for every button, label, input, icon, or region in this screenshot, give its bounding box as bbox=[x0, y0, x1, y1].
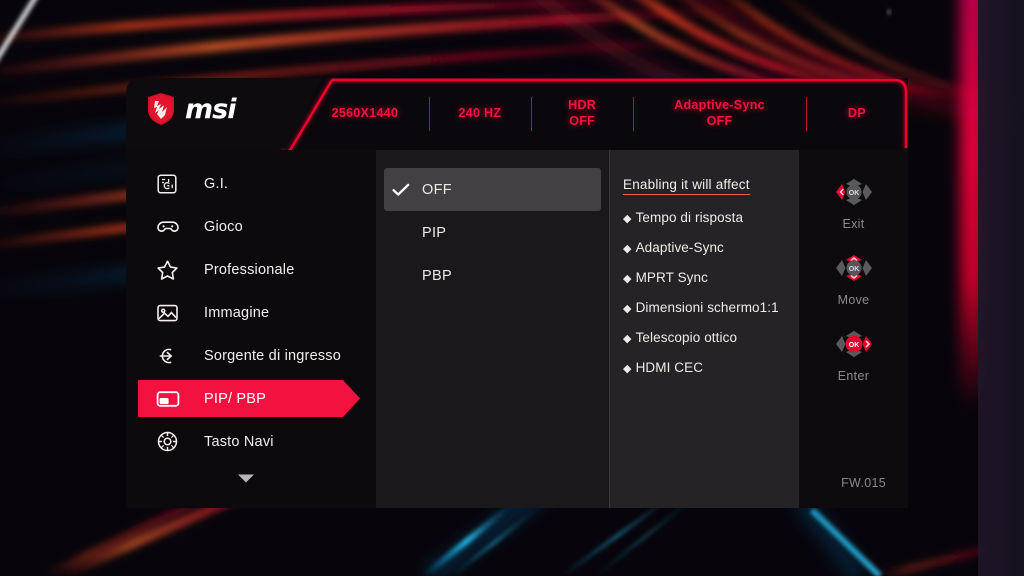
sidebar-item-label: Immagine bbox=[204, 304, 270, 321]
info-title: Enabling it will affect bbox=[623, 177, 750, 195]
status-resolution: 2560X1440 bbox=[331, 106, 399, 121]
sidebar-item-gioco[interactable]: Gioco bbox=[126, 205, 376, 248]
sidebar-item-pip-pbp[interactable]: PIP/ PBP bbox=[126, 377, 376, 420]
sidebar-item-gi[interactable]: G.I. bbox=[126, 162, 376, 205]
option-label: PBP bbox=[422, 267, 452, 284]
sidebar-item-label: PIP/ PBP bbox=[204, 390, 267, 407]
bullet-icon: ◆ bbox=[623, 363, 632, 375]
image-icon bbox=[156, 303, 190, 323]
option-label: PIP bbox=[422, 224, 447, 241]
info-list-item: ◆ HDMI CEC bbox=[623, 360, 799, 375]
joystick-hint-label: Enter bbox=[837, 369, 870, 383]
info-list-item: ◆ Tempo di risposta bbox=[623, 210, 799, 225]
joystick-hint-exit[interactable]: OK Exit bbox=[826, 168, 882, 231]
joystick-hints: OK Exit OK Move OK Enter bbox=[799, 150, 908, 508]
info-item-label: Tempo di risposta bbox=[635, 210, 744, 225]
option-pbp[interactable]: PBP bbox=[384, 254, 601, 297]
pip-pbp-icon bbox=[156, 390, 190, 408]
status-bar: 2560X1440 240 HZ HDR OFF Adaptive-Sync O… bbox=[301, 78, 908, 150]
input-arrow-icon bbox=[156, 346, 190, 366]
status-refresh-rate: 240 HZ bbox=[429, 106, 531, 122]
status-hdr: HDR OFF bbox=[531, 98, 633, 129]
svg-text:OK: OK bbox=[848, 190, 859, 197]
sidebar-item-immagine[interactable]: Immagine bbox=[126, 291, 376, 334]
checkmark-icon bbox=[384, 183, 418, 197]
sidebar-item-professionale[interactable]: Professionale bbox=[126, 248, 376, 291]
joystick-ok-right-icon: OK bbox=[826, 320, 882, 368]
option-pip[interactable]: PIP bbox=[384, 211, 601, 254]
joystick-hint-move[interactable]: OK Move bbox=[826, 244, 882, 307]
screen: msi 2560X1440 240 HZ HDR OFF Adaptive-Sy… bbox=[0, 0, 1024, 576]
bullet-icon: ◆ bbox=[623, 273, 632, 285]
info-list-item: ◆ Dimensioni schermo1:1 bbox=[623, 300, 799, 315]
msi-dragon-shield-icon bbox=[146, 92, 176, 126]
brand-logo: msi bbox=[146, 92, 236, 126]
sidebar-item-tasto-navi[interactable]: Tasto Navi bbox=[126, 420, 376, 463]
status-input-source: DP bbox=[806, 106, 908, 122]
sidebar-item-label: G.I. bbox=[204, 175, 229, 192]
option-off[interactable]: OFF bbox=[384, 168, 601, 211]
joystick-hint-label: Exit bbox=[842, 217, 865, 231]
sidebar-scroll-down[interactable] bbox=[126, 463, 376, 497]
bullet-icon: ◆ bbox=[623, 303, 632, 315]
info-item-label: HDMI CEC bbox=[635, 360, 704, 375]
sidebar-item-label: Sorgente di ingresso bbox=[204, 347, 341, 364]
info-list-item: ◆ MPRT Sync bbox=[623, 270, 799, 285]
info-panel: Enabling it will affect ◆ Tempo di rispo… bbox=[609, 150, 799, 508]
gamepad-icon bbox=[156, 217, 190, 237]
sidebar-item-label: Gioco bbox=[204, 218, 243, 235]
firmware-version: FW.015 bbox=[841, 476, 886, 490]
svg-text:OK: OK bbox=[848, 342, 859, 349]
joystick-hint-enter[interactable]: OK Enter bbox=[826, 320, 882, 383]
info-item-label: Adaptive-Sync bbox=[635, 240, 724, 255]
status-adaptive-sync: Adaptive-Sync OFF bbox=[633, 98, 806, 129]
bullet-icon: ◆ bbox=[623, 213, 632, 225]
msi-wordmark: msi bbox=[185, 93, 236, 125]
gaming-intelligence-icon bbox=[156, 173, 190, 195]
bullet-icon: ◆ bbox=[623, 243, 632, 255]
info-item-label: Dimensioni schermo1:1 bbox=[635, 300, 779, 315]
chevron-down-icon bbox=[237, 471, 255, 489]
right-edge-bezel bbox=[978, 0, 1024, 576]
info-list-item: ◆ Telescopio ottico bbox=[623, 330, 799, 345]
sidebar-item-label: Professionale bbox=[204, 261, 295, 278]
option-label: OFF bbox=[422, 181, 452, 198]
osd-body: G.I. Gioco Professionale Immagine Sorgen… bbox=[126, 150, 908, 508]
sidebar-item-label: Tasto Navi bbox=[204, 433, 274, 450]
joystick-up-down-icon: OK bbox=[826, 244, 882, 292]
info-item-label: MPRT Sync bbox=[635, 270, 708, 285]
osd-panel: msi 2560X1440 240 HZ HDR OFF Adaptive-Sy… bbox=[126, 78, 908, 508]
star-icon bbox=[156, 259, 190, 281]
navi-key-icon bbox=[156, 430, 190, 453]
option-list: OFF PIP PBP bbox=[376, 150, 609, 508]
joystick-hint-label: Move bbox=[837, 293, 870, 307]
svg-text:OK: OK bbox=[848, 266, 859, 273]
joystick-left-icon: OK bbox=[826, 168, 882, 216]
sidebar-item-sorgente-di-ingresso[interactable]: Sorgente di ingresso bbox=[126, 334, 376, 377]
osd-sidebar: G.I. Gioco Professionale Immagine Sorgen… bbox=[126, 150, 376, 508]
bullet-icon: ◆ bbox=[623, 333, 632, 345]
info-list-item: ◆ Adaptive-Sync bbox=[623, 240, 799, 255]
info-item-label: Telescopio ottico bbox=[635, 330, 738, 345]
osd-header: msi 2560X1440 240 HZ HDR OFF Adaptive-Sy… bbox=[126, 78, 908, 150]
